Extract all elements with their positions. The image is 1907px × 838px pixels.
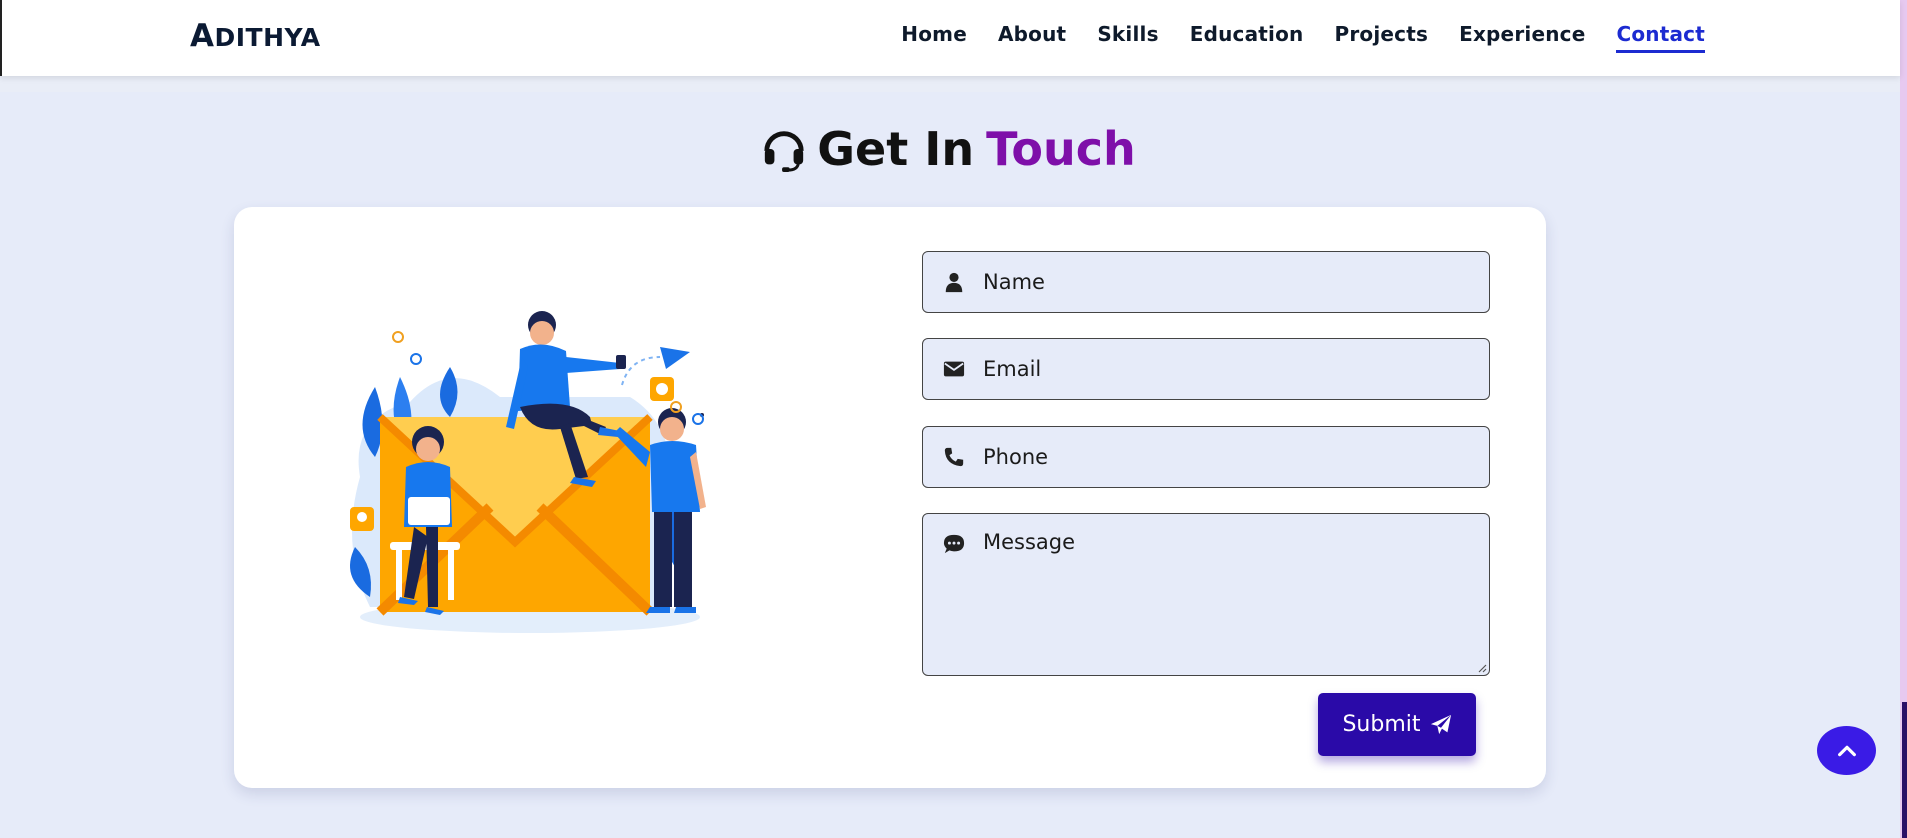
main-nav: Home About Skills Education Projects Exp… (870, 0, 1705, 76)
site-logo[interactable]: ADITHYA (190, 18, 321, 54)
message-input[interactable] (983, 530, 1473, 670)
nav-skills[interactable]: Skills (1097, 22, 1158, 50)
contact-card: Submit (234, 207, 1546, 788)
title-accent: Touch (986, 122, 1136, 176)
scroll-to-top-button[interactable] (1817, 726, 1876, 775)
email-field (922, 338, 1490, 400)
envelope-icon (943, 361, 965, 377)
name-field (922, 251, 1490, 313)
nav-about[interactable]: About (998, 22, 1066, 50)
section-title: Get In Touch (0, 122, 1907, 176)
paper-plane-icon (1430, 714, 1451, 734)
email-input[interactable] (983, 339, 1473, 399)
title-main: Get In (817, 122, 975, 176)
page-scrollbar[interactable] (1900, 0, 1907, 838)
site-header: ADITHYA Home About Skills Education Proj… (0, 0, 1900, 76)
resize-handle-icon[interactable] (1477, 663, 1487, 673)
phone-field (922, 426, 1490, 488)
user-icon (945, 272, 963, 293)
headset-icon (764, 131, 804, 172)
submit-label: Submit (1342, 712, 1421, 737)
phone-input[interactable] (983, 427, 1473, 487)
submit-button[interactable]: Submit (1318, 693, 1476, 756)
scrollbar-thumb[interactable] (1902, 702, 1907, 838)
header-shadow-band (0, 76, 1900, 92)
contact-illustration (350, 311, 706, 633)
nav-projects[interactable]: Projects (1334, 22, 1428, 50)
nav-education[interactable]: Education (1190, 22, 1304, 50)
chevron-up-icon (1837, 745, 1856, 756)
nav-contact[interactable]: Contact (1616, 22, 1705, 53)
name-input[interactable] (983, 252, 1473, 312)
phone-icon (944, 447, 964, 467)
nav-home[interactable]: Home (901, 22, 967, 50)
comment-icon (943, 534, 965, 554)
nav-experience[interactable]: Experience (1459, 22, 1585, 50)
message-field (922, 513, 1490, 676)
